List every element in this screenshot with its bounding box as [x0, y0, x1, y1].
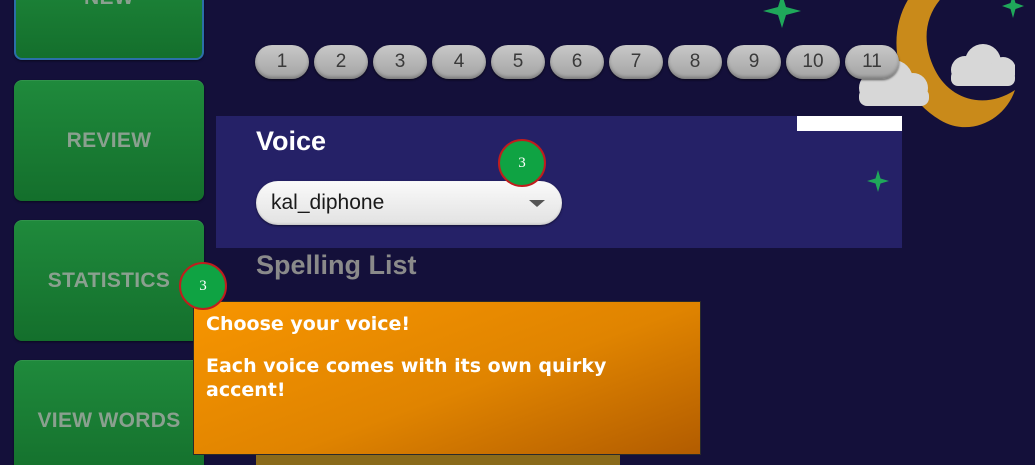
voice-heading: Voice [256, 126, 327, 156]
sidebar-item-label: STATISTICS [47, 268, 171, 292]
sidebar-item-label: VIEW WORDS [37, 408, 181, 432]
sidebar-item-label: NEW [84, 0, 134, 10]
tutorial-step-badge: 3 [498, 139, 546, 187]
chevron-down-icon [529, 200, 545, 207]
star-icon [1002, 0, 1024, 18]
level-button-9[interactable]: 9 [727, 45, 781, 79]
tooltip-body: Each voice comes with its own quirky acc… [206, 355, 607, 401]
level-button-3[interactable]: 3 [373, 45, 427, 79]
level-button-5[interactable]: 5 [491, 45, 545, 79]
star-icon [867, 170, 889, 192]
voice-selected-value: kal_diphone [271, 191, 385, 214]
tutorial-tooltip: Choose your voice! Each voice comes with… [193, 301, 701, 455]
divider [797, 116, 902, 131]
sidebar-item-view-words[interactable]: VIEW WORDS [14, 360, 204, 465]
level-button-1[interactable]: 1 [255, 45, 309, 79]
sidebar-item-statistics[interactable]: STATISTICS [14, 220, 204, 341]
level-button-6[interactable]: 6 [550, 45, 604, 79]
sidebar-item-new[interactable]: NEW [14, 0, 204, 60]
app-screen: NEW REVIEW STATISTICS VIEW WORDS 1 2 3 4… [0, 0, 1035, 465]
sidebar-item-review[interactable]: REVIEW [14, 80, 204, 201]
tooltip-heading: Choose your voice! [206, 313, 411, 335]
sidebar-item-label: REVIEW [66, 128, 152, 152]
level-button-4[interactable]: 4 [432, 45, 486, 79]
star-icon [763, 0, 801, 28]
voice-panel: Voice kal_diphone [216, 116, 902, 248]
level-button-8[interactable]: 8 [668, 45, 722, 79]
level-button-2[interactable]: 2 [314, 45, 368, 79]
voice-dropdown[interactable]: kal_diphone [256, 181, 562, 225]
level-button-10[interactable]: 10 [786, 45, 840, 79]
level-button-11[interactable]: 11 [845, 45, 899, 79]
level-button-7[interactable]: 7 [609, 45, 663, 79]
spelling-list-heading: Spelling List [256, 250, 417, 280]
tutorial-step-badge: 3 [179, 262, 227, 310]
level-selector: 1 2 3 4 5 6 7 8 9 10 11 [255, 45, 899, 79]
spelling-list-bar [256, 455, 620, 465]
